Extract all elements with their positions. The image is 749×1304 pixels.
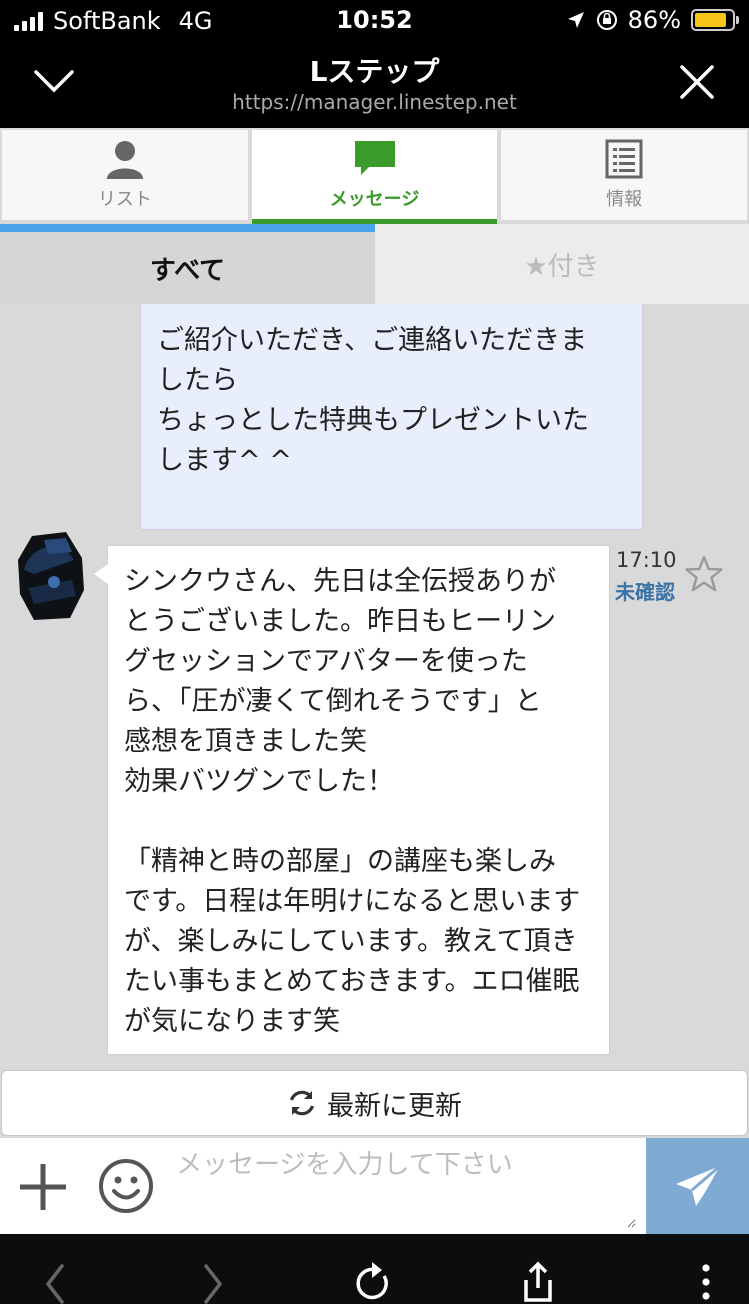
location-icon bbox=[567, 12, 584, 28]
orientation-lock-icon bbox=[596, 10, 617, 30]
tab-info-label: 情報 bbox=[606, 189, 643, 210]
forward-icon[interactable] bbox=[192, 1258, 232, 1304]
refresh-label: 最新に更新 bbox=[327, 1090, 462, 1122]
browser-toolbar bbox=[0, 1234, 749, 1304]
reload-icon[interactable] bbox=[354, 1258, 394, 1304]
send-button[interactable] bbox=[646, 1138, 749, 1234]
document-list-icon bbox=[605, 139, 643, 179]
close-icon[interactable] bbox=[677, 62, 717, 102]
refresh-bar: 最新に更新 bbox=[0, 1070, 749, 1138]
chat-area[interactable]: ご紹介いただき、ご連絡いただきま したら ちょっとした特典もプレゼントいた しま… bbox=[0, 304, 749, 1070]
battery-percent: 86% bbox=[627, 6, 681, 34]
person-icon bbox=[106, 141, 143, 179]
message-time: 17:10 bbox=[616, 548, 677, 572]
page-title: Lステップ bbox=[309, 55, 440, 88]
filter-tabs: すべて ★付き bbox=[0, 224, 749, 304]
tab-list[interactable]: リスト bbox=[2, 130, 248, 220]
refresh-icon bbox=[289, 1090, 315, 1116]
status-right: 86% bbox=[566, 6, 739, 34]
battery-icon bbox=[691, 9, 739, 31]
main-tabs: リスト メッセージ 情報 bbox=[0, 128, 749, 224]
plus-icon[interactable] bbox=[18, 1162, 68, 1212]
avatar[interactable] bbox=[14, 530, 88, 622]
message-input[interactable] bbox=[176, 1144, 636, 1228]
refresh-button[interactable]: 最新に更新 bbox=[1, 1070, 748, 1136]
share-icon[interactable] bbox=[518, 1258, 558, 1304]
back-icon[interactable] bbox=[36, 1258, 76, 1304]
more-icon[interactable] bbox=[686, 1258, 726, 1304]
star-icon[interactable] bbox=[684, 554, 724, 594]
send-icon bbox=[675, 1164, 721, 1206]
browser-header: Lステップ https://manager.linestep.net bbox=[0, 40, 749, 128]
incoming-message-bubble: シンクウさん、先日は全伝授ありが とうございました。昨日もヒーリン グセッション… bbox=[94, 545, 610, 1055]
smiley-icon[interactable] bbox=[98, 1158, 154, 1214]
read-status-badge[interactable]: 未確認 bbox=[615, 576, 675, 605]
tab-message-label: メッセージ bbox=[329, 188, 420, 210]
tab-list-label: リスト bbox=[97, 189, 152, 210]
filter-starred[interactable]: ★付き bbox=[375, 224, 749, 304]
status-bar: SoftBank 4G 10:52 86% bbox=[0, 0, 749, 40]
page-url: https://manager.linestep.net bbox=[232, 90, 517, 114]
tab-message[interactable]: メッセージ bbox=[251, 130, 498, 224]
tab-info[interactable]: 情報 bbox=[501, 130, 748, 220]
filter-all[interactable]: すべて bbox=[0, 224, 375, 304]
chat-bubble-icon bbox=[354, 140, 395, 175]
outgoing-message-text: ご紹介いただき、ご連絡いただきま したら ちょっとした特典もプレゼントいた しま… bbox=[157, 325, 589, 476]
message-compose-bar bbox=[0, 1138, 749, 1234]
outgoing-message-bubble: ご紹介いただき、ご連絡いただきま したら ちょっとした特典もプレゼントいた しま… bbox=[140, 304, 643, 530]
